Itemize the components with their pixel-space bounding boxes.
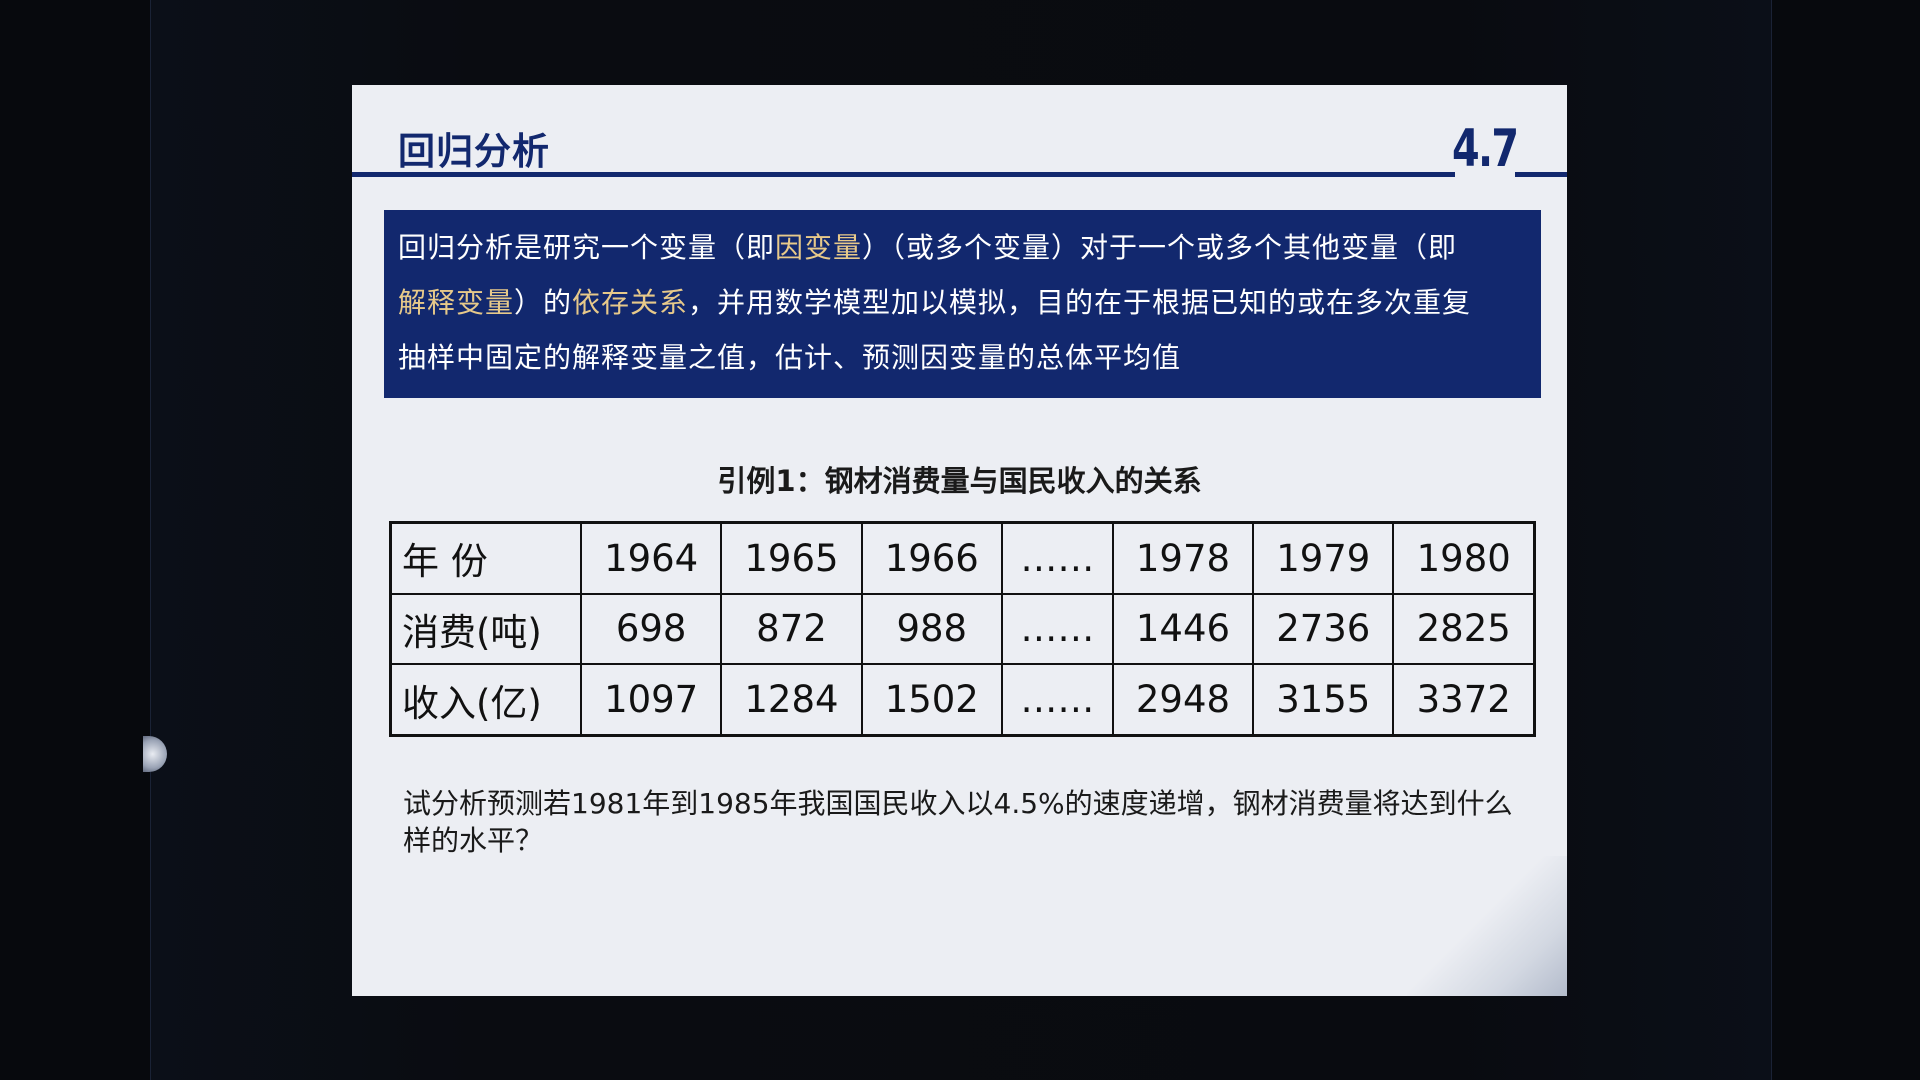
table-cell: 698 xyxy=(579,592,723,666)
table-row: 消费(吨) 698 872 988…… 1446 2736 2825 xyxy=(389,592,1536,666)
term-dependency: 依存关系 xyxy=(572,286,689,319)
table-cell: 1097 xyxy=(579,663,723,737)
table-row: 收入(亿) 1097 1284 1502…… 2948 3155 3372 xyxy=(389,663,1536,737)
table-cell: 1284 xyxy=(720,663,863,737)
table-cell: 1978 xyxy=(1111,521,1255,595)
definition-line-1: 回归分析是研究一个变量（即因变量）（或多个变量）对于一个或多个其他变量（即 xyxy=(398,220,1527,275)
table-cell: 3155 xyxy=(1252,663,1395,737)
table-row: 年 份 1964 1965 1966…… 1978 1979 1980 xyxy=(389,521,1536,595)
table-caption: 引例1：钢材消费量与国民收入的关系 xyxy=(717,464,1202,498)
slide-title: 回归分析 xyxy=(398,130,550,173)
definition-text: 回归分析是研究一个变量（即 xyxy=(398,231,776,264)
term-explanatory-variable: 解释变量 xyxy=(398,286,515,319)
table-cell: 1446 xyxy=(1111,592,1255,666)
table-cell: 2825 xyxy=(1392,592,1536,666)
table-cell: …… xyxy=(1000,592,1114,666)
table-row-label: 年 份 xyxy=(389,521,582,595)
data-table: 年 份 1964 1965 1966…… 1978 1979 1980 消费(吨) 698 872… xyxy=(389,521,1536,737)
table-cell: 3372 xyxy=(1392,663,1536,737)
table-cell: 988 xyxy=(860,592,1003,666)
table-row-label: 收入(亿) xyxy=(389,663,582,737)
definition-box: 回归分析是研究一个变量（即因变量）（或多个变量）对于一个或多个其他变量（即 解释… xyxy=(384,210,1541,398)
table-row-label: 消费(吨) xyxy=(389,592,582,666)
table-cell: 2948 xyxy=(1111,663,1255,737)
question-text: 试分析预测若1981年到1985年我国国民收入以4.5%的速度递增，钢材消费量将… xyxy=(403,787,1513,857)
title-divider xyxy=(352,172,1455,177)
slide: 回归分析 4.7 回归分析是研究一个变量（即因变量）（或多个变量）对于一个或多个… xyxy=(352,85,1567,996)
table-cell: 1502 xyxy=(860,663,1003,737)
definition-text: ，并用数学模型加以模拟，目的在于根据已知的或在多次重复 xyxy=(688,286,1472,319)
table-cell: 1980 xyxy=(1392,521,1536,595)
table-cell: 1965 xyxy=(720,521,863,595)
table-cell: 1979 xyxy=(1252,521,1395,595)
title-divider-right xyxy=(1515,172,1567,177)
section-number: 4.7 xyxy=(1452,119,1519,179)
definition-text: ）的 xyxy=(514,286,573,319)
data-table-body: 年 份 1964 1965 1966…… 1978 1979 1980 消费(吨) 698 872… xyxy=(389,521,1536,737)
definition-line-3: 抽样中固定的解释变量之值，估计、预测因变量的总体平均值 xyxy=(398,341,1182,374)
table-cell: 1964 xyxy=(579,521,723,595)
table-cell: …… xyxy=(1000,521,1114,595)
table-cell: …… xyxy=(1000,663,1114,737)
table-cell: 872 xyxy=(720,592,863,666)
definition-line-2: 解释变量）的依存关系，并用数学模型加以模拟，目的在于根据已知的或在多次重复 xyxy=(398,275,1527,330)
table-cell: 1966 xyxy=(860,521,1003,595)
definition-text: ）（或多个变量）对于一个或多个其他变量（即 xyxy=(862,231,1458,264)
table-cell: 2736 xyxy=(1252,592,1395,666)
term-dependent-variable: 因变量 xyxy=(775,231,863,264)
corner-decoration xyxy=(1407,856,1567,996)
